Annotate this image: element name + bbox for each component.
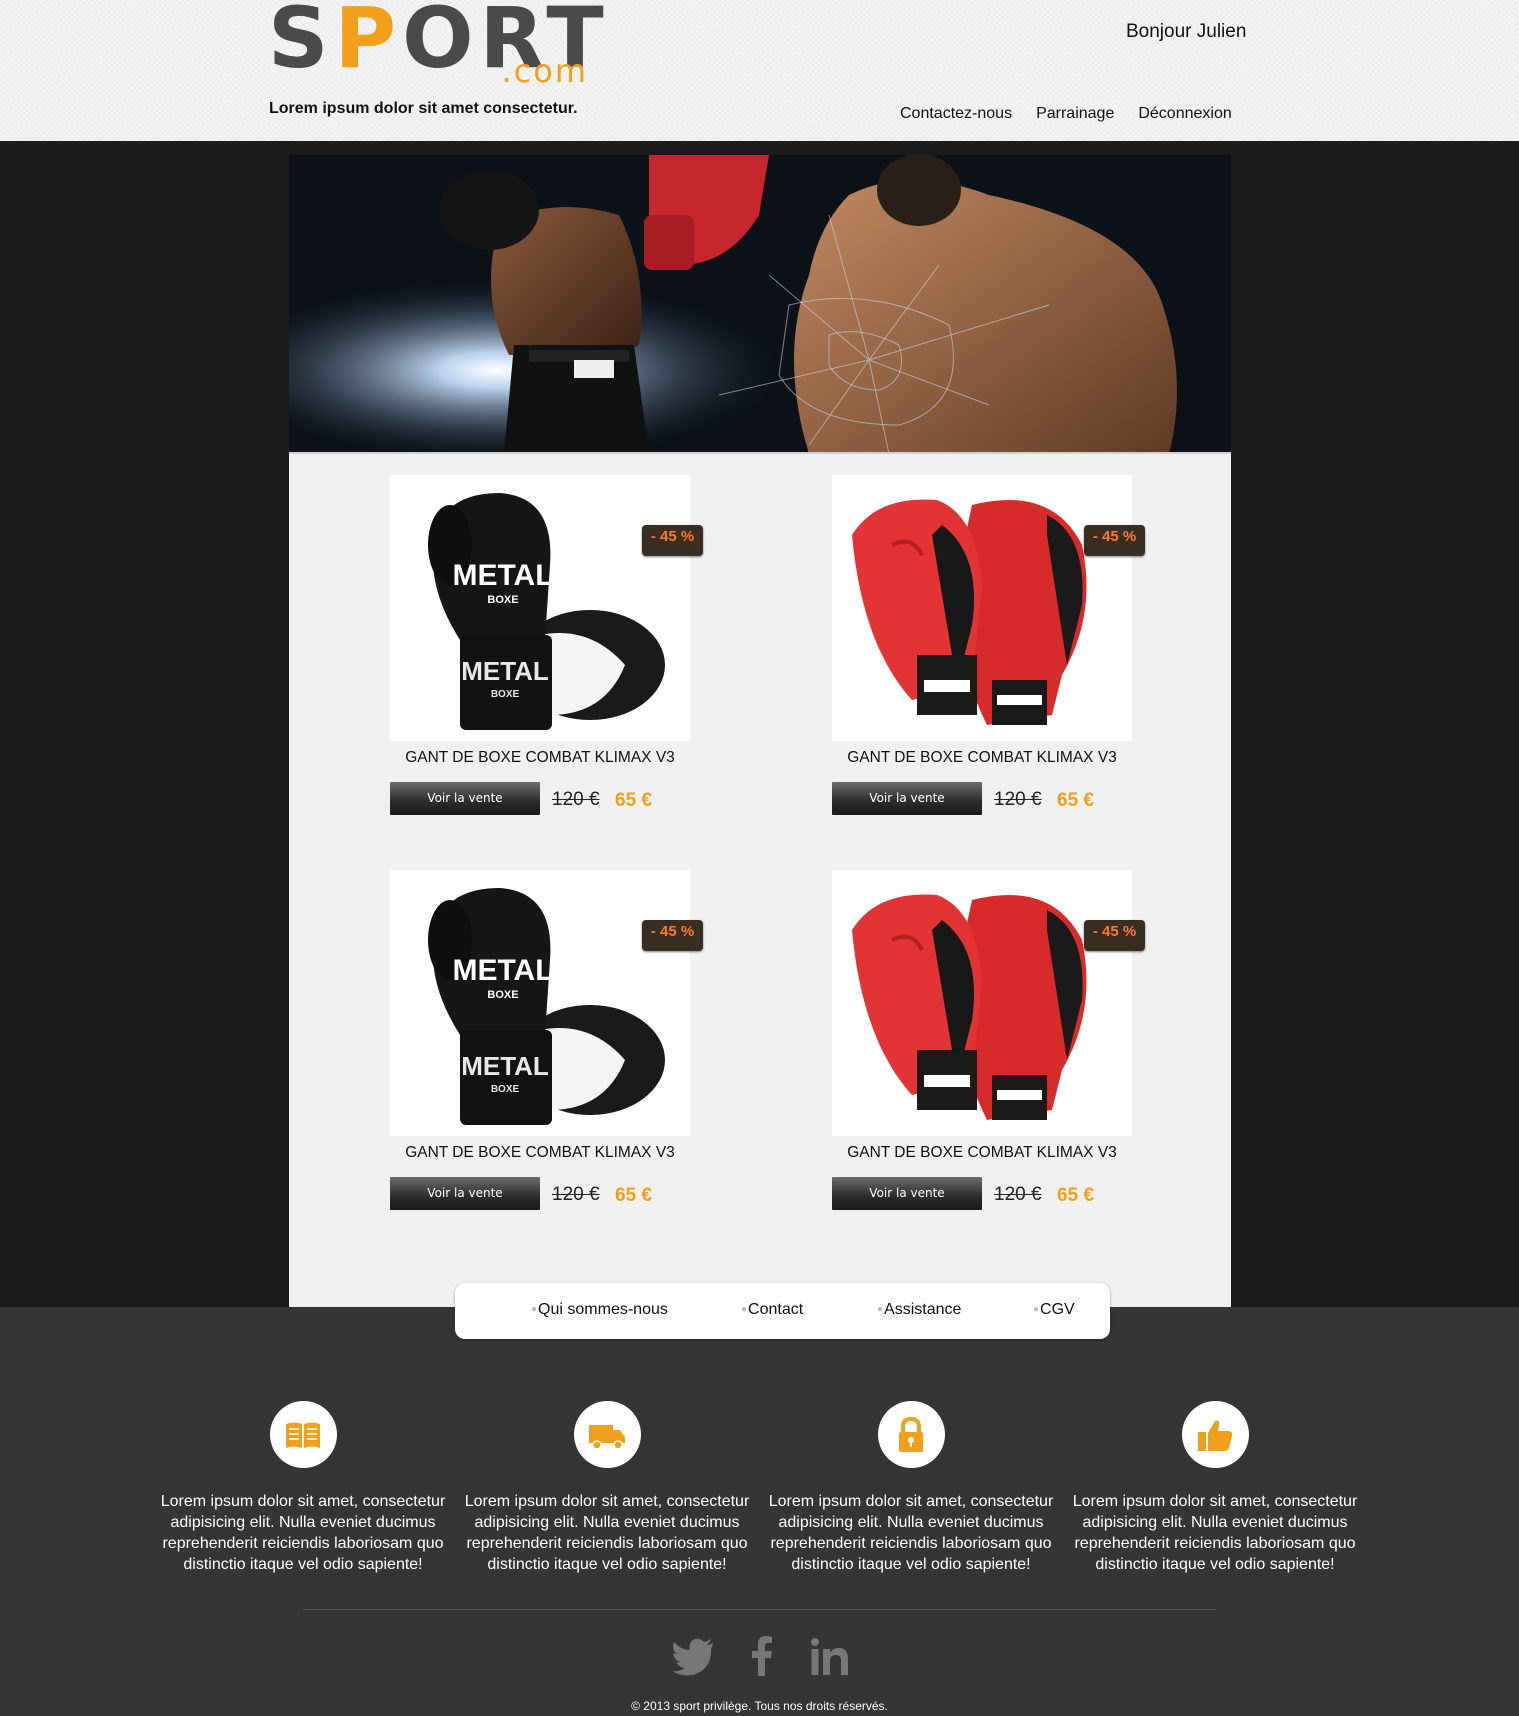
- black-glove-icon: METAL BOXE METAL BOXE: [428, 888, 665, 1125]
- bullet-icon: ●: [531, 1304, 538, 1315]
- view-sale-button[interactable]: Voir la vente: [390, 1177, 540, 1210]
- product-card: - 45 % GANT DE BOXE COMBAT KLIMAX V3 Voi…: [832, 870, 1145, 1211]
- truck-icon: [589, 1424, 625, 1450]
- bullet-icon: ●: [877, 1304, 884, 1315]
- feature-block: Lorem ipsum dolor sit amet, consectetur …: [768, 1401, 1054, 1575]
- product-title: GANT DE BOXE COMBAT KLIMAX V3: [405, 1144, 675, 1161]
- svg-text:METAL: METAL: [452, 559, 553, 592]
- svg-text:METAL: METAL: [452, 954, 553, 987]
- site-logo[interactable]: SPORT .com: [268, 0, 604, 90]
- svg-text:BOXE: BOXE: [491, 689, 520, 700]
- red-glove-icon: [852, 499, 1087, 725]
- product-card: METAL BOXE METAL BOXE - 45 % GANT DE BOX…: [390, 870, 703, 1211]
- svg-text:BOXE: BOXE: [487, 594, 518, 606]
- black-glove-icon: METAL BOXE METAL BOXE: [428, 493, 665, 730]
- feature-block: Lorem ipsum dolor sit amet, consectetur …: [464, 1401, 750, 1575]
- old-price: 120 €: [994, 1184, 1042, 1205]
- old-price: 120 €: [994, 789, 1042, 810]
- twitter-icon[interactable]: [671, 1634, 715, 1678]
- view-sale-button[interactable]: Voir la vente: [390, 782, 540, 815]
- new-price: 65 €: [615, 1185, 652, 1206]
- product-image[interactable]: - 45 %: [832, 870, 1145, 1136]
- product-image[interactable]: METAL BOXE METAL BOXE - 45 %: [390, 870, 703, 1136]
- feature-text: Lorem ipsum dolor sit amet, consectetur …: [160, 1493, 446, 1573]
- old-price: 120 €: [552, 789, 600, 810]
- svg-text:METAL: METAL: [461, 1051, 549, 1081]
- lock-icon: [899, 1416, 923, 1452]
- top-nav: Contactez-nous Parrainage Déconnexion: [900, 105, 1232, 123]
- hero-banner: [289, 155, 1231, 454]
- product-card: METAL BOXE METAL BOXE - 45 % GANT DE BOX…: [390, 475, 703, 816]
- footer-divider: [303, 1609, 1216, 1610]
- red-glove-icon: [852, 894, 1087, 1120]
- svg-text:METAL: METAL: [461, 656, 549, 686]
- feature-text: Lorem ipsum dolor sit amet, consectetur …: [1072, 1493, 1358, 1573]
- new-price: 65 €: [1057, 1185, 1094, 1206]
- footer-link-cgv[interactable]: ●CGV: [1033, 1301, 1075, 1319]
- thumbs-up-icon: [1198, 1420, 1233, 1451]
- product-card: - 45 % GANT DE BOXE COMBAT KLIMAX V3 Voi…: [832, 475, 1145, 816]
- tagline: Lorem ipsum dolor sit amet consectetur.: [269, 100, 578, 117]
- discount-badge: - 45 %: [642, 525, 703, 556]
- product-grid: METAL BOXE METAL BOXE - 45 % GANT DE BOX…: [289, 454, 1231, 1307]
- footer-nav: ●Qui sommes-nous ●Contact ●Assistance ●C…: [455, 1283, 1110, 1339]
- product-title: GANT DE BOXE COMBAT KLIMAX V3: [847, 1144, 1117, 1161]
- feature-text: Lorem ipsum dolor sit amet, consectetur …: [768, 1493, 1054, 1573]
- logo-suffix: .com: [501, 52, 588, 90]
- footer-link-assistance[interactable]: ●Assistance: [877, 1301, 961, 1319]
- bullet-icon: ●: [1033, 1304, 1040, 1315]
- discount-badge: - 45 %: [1084, 920, 1145, 951]
- product-image[interactable]: - 45 %: [832, 475, 1145, 741]
- new-price: 65 €: [1057, 790, 1094, 811]
- feature-text: Lorem ipsum dolor sit amet, consectetur …: [464, 1493, 750, 1573]
- nav-referral-link[interactable]: Parrainage: [1036, 105, 1114, 123]
- footer-link-contact[interactable]: ●Contact: [741, 1301, 803, 1319]
- view-sale-button[interactable]: Voir la vente: [832, 1177, 982, 1210]
- svg-text:BOXE: BOXE: [491, 1084, 520, 1095]
- product-title: GANT DE BOXE COMBAT KLIMAX V3: [405, 749, 675, 766]
- feature-block: Lorem ipsum dolor sit amet, consectetur …: [1072, 1401, 1358, 1575]
- linkedin-icon[interactable]: [810, 1634, 850, 1678]
- discount-badge: - 45 %: [642, 920, 703, 951]
- site-header: SPORT .com Lorem ipsum dolor sit amet co…: [0, 0, 1519, 141]
- old-price: 120 €: [552, 1184, 600, 1205]
- svg-text:BOXE: BOXE: [487, 989, 518, 1001]
- copyright-text: © 2013 sport privilège. Tous nos droits …: [631, 1699, 888, 1713]
- new-price: 65 €: [615, 790, 652, 811]
- nav-contact-link[interactable]: Contactez-nous: [900, 105, 1012, 123]
- product-image[interactable]: METAL BOXE METAL BOXE - 45 %: [390, 475, 703, 741]
- book-icon: [286, 1422, 320, 1448]
- bullet-icon: ●: [741, 1304, 748, 1315]
- view-sale-button[interactable]: Voir la vente: [832, 782, 982, 815]
- nav-logout-link[interactable]: Déconnexion: [1138, 105, 1231, 123]
- discount-badge: - 45 %: [1084, 525, 1145, 556]
- product-title: GANT DE BOXE COMBAT KLIMAX V3: [847, 749, 1117, 766]
- facebook-icon[interactable]: [749, 1634, 775, 1678]
- user-greeting: Bonjour Julien: [1126, 21, 1247, 42]
- feature-block: Lorem ipsum dolor sit amet, consectetur …: [160, 1401, 446, 1575]
- footer-link-about[interactable]: ●Qui sommes-nous: [531, 1301, 668, 1319]
